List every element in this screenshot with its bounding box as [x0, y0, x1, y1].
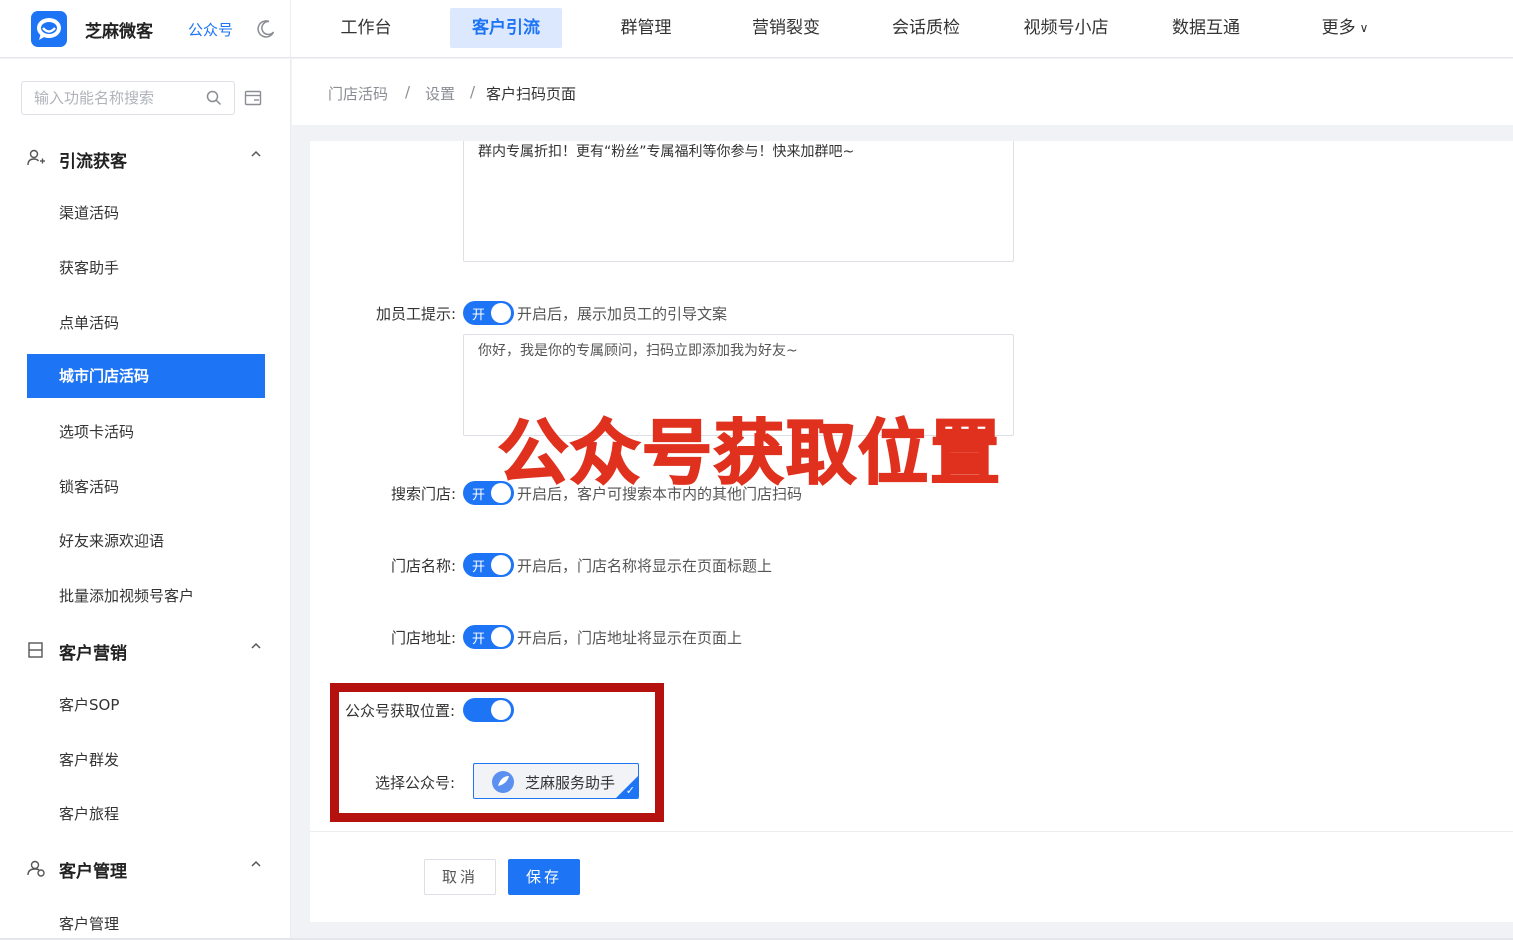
calendar-icon — [28, 642, 43, 658]
official-account-card[interactable]: 芝麻服务助手 ✓ — [473, 763, 639, 799]
nav-workbench[interactable]: 工作台 — [320, 8, 412, 48]
menu-group-title: 客户营销 — [59, 644, 127, 664]
sidebar-item-acquisition-assistant[interactable]: 获客助手 — [27, 246, 265, 290]
nav-more-label: 更多 — [1321, 18, 1356, 38]
sidebar-item-city-store-code[interactable]: 城市门店活码 — [27, 354, 265, 398]
select-account-label: 选择公众号: — [374, 774, 455, 792]
staff-tip-hint: 开启后，展示加员工的引导文案 — [517, 305, 728, 323]
store-name-hint: 开启后，门店名称将显示在页面标题上 — [517, 557, 773, 575]
official-account-link[interactable]: 公众号 — [188, 19, 233, 40]
search-icon[interactable] — [206, 90, 222, 106]
store-address-hint: 开启后，门店地址将显示在页面上 — [517, 629, 743, 647]
collapse-sidebar-icon[interactable] — [244, 89, 262, 107]
group-intro-textarea[interactable]: 群内专属折扣！更有“粉丝”专属福利等你参与！快来加群吧~ — [463, 141, 1014, 262]
store-name-label: 门店名称: — [390, 557, 456, 575]
app-name: 芝麻微客 — [85, 22, 153, 42]
sidebar-item-lock-customer-code[interactable]: 锁客活码 — [27, 465, 265, 509]
nav-video-shop[interactable]: 视频号小店 — [1012, 8, 1120, 48]
nav-data-sync[interactable]: 数据互通 — [1160, 8, 1252, 48]
switch-on-text: 开 — [472, 308, 486, 323]
sidebar: 引流获客 渠道活码 获客助手 点单活码 城市门店活码 选项卡活码 锁客活码 好友… — [0, 59, 291, 940]
top-bar: 芝麻微客 公众号 工作台 客户引流 群管理 营销裂变 会话质检 视频号小店 数据… — [0, 0, 1513, 58]
switch-on-text: 开 — [472, 560, 486, 575]
switch-on-text: 开 — [472, 632, 486, 647]
breadcrumb-store-code[interactable]: 门店活码 — [328, 83, 388, 104]
dark-mode-icon[interactable] — [256, 19, 276, 39]
switch-knob — [491, 303, 511, 323]
account-name: 芝麻服务助手 — [525, 774, 616, 792]
store-address-label: 门店地址: — [390, 629, 456, 647]
chevron-down-icon: ∨ — [1359, 21, 1369, 35]
user-add-icon — [27, 149, 45, 166]
breadcrumb-current: 客户扫码页面 — [486, 85, 577, 103]
breadcrumb-settings[interactable]: 设置 — [425, 83, 455, 104]
menu-group-acquisition[interactable]: 引流获客 — [0, 138, 291, 178]
sidebar-item-batch-add-video[interactable]: 批量添加视频号客户 — [27, 574, 265, 618]
sidebar-item-source-welcome[interactable]: 好友来源欢迎语 — [27, 519, 265, 563]
sidebar-item-customer-broadcast[interactable]: 客户群发 — [27, 738, 265, 782]
function-search[interactable] — [21, 81, 235, 115]
customer-manage-icon — [27, 860, 45, 877]
brand-area: 芝麻微客 公众号 — [0, 0, 291, 58]
sidebar-item-customer-sop[interactable]: 客户SOP — [27, 683, 265, 727]
menu-group-title: 客户管理 — [59, 862, 127, 882]
oa-location-switch[interactable] — [463, 698, 514, 722]
staff-tip-label: 加员工提示: — [375, 305, 456, 323]
sidebar-item-tab-code[interactable]: 选项卡活码 — [27, 410, 265, 454]
menu-group-customer-management[interactable]: 客户管理 — [0, 848, 291, 888]
store-address-switch[interactable]: 开 — [463, 625, 514, 649]
nav-customer-acquisition[interactable]: 客户引流 — [450, 8, 562, 48]
chevron-up-icon — [251, 150, 261, 157]
switch-knob — [491, 700, 511, 720]
annotation-caption: 公众号获取位置 — [497, 411, 1002, 495]
check-icon: ✓ — [625, 784, 635, 797]
store-name-switch[interactable]: 开 — [463, 553, 514, 577]
breadcrumb: 门店活码 / 设置 / 客户扫码页面 — [292, 59, 1513, 125]
oa-location-label: 公众号获取位置: — [344, 702, 455, 720]
switch-knob — [491, 627, 511, 647]
chevron-up-icon — [251, 860, 261, 867]
save-button[interactable]: 保存 — [508, 859, 580, 895]
search-store-label: 搜索门店: — [390, 485, 456, 503]
sidebar-item-customer-journey[interactable]: 客户旅程 — [27, 792, 265, 836]
switch-on-text: 开 — [472, 488, 486, 503]
account-avatar-icon — [492, 771, 514, 793]
sidebar-item-customer-management[interactable]: 客户管理 — [27, 902, 265, 940]
menu-group-title: 引流获客 — [59, 152, 127, 172]
nav-group-management[interactable]: 群管理 — [600, 8, 692, 48]
cancel-button[interactable]: 取消 — [424, 859, 496, 895]
nav-session-inspection[interactable]: 会话质检 — [880, 8, 972, 48]
sidebar-item-channel-code[interactable]: 渠道活码 — [27, 191, 265, 235]
app-logo-icon — [31, 11, 67, 47]
function-search-input[interactable] — [34, 89, 204, 107]
breadcrumb-separator: / — [405, 83, 411, 101]
staff-tip-switch[interactable]: 开 — [463, 301, 514, 325]
breadcrumb-separator: / — [470, 83, 476, 101]
sidebar-item-order-code[interactable]: 点单活码 — [27, 301, 265, 345]
nav-more[interactable]: 更多 ∨ — [1305, 8, 1385, 48]
switch-knob — [491, 555, 511, 575]
form-footer: 取消 保存 — [310, 831, 1513, 922]
nav-marketing-fission[interactable]: 营销裂变 — [740, 8, 832, 48]
chevron-up-icon — [251, 642, 261, 649]
menu-group-marketing[interactable]: 客户营销 — [0, 630, 291, 670]
